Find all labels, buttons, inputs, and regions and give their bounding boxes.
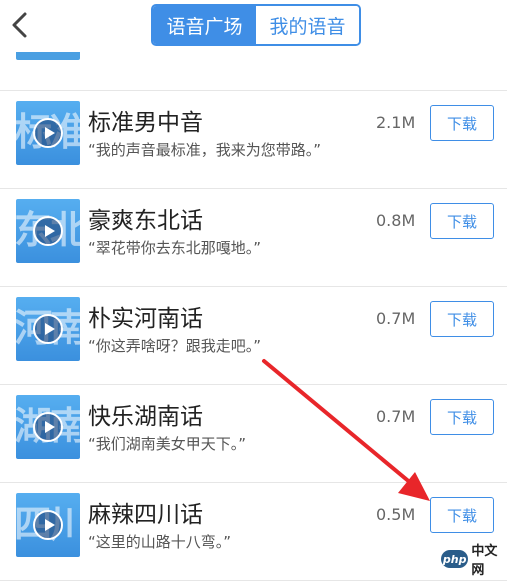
list-item-partial <box>0 30 507 91</box>
list-item[interactable]: 标准 标准男中音 “我的声音最标准，我来为您带路。” 2.1M 下载 <box>0 91 507 189</box>
play-icon[interactable] <box>32 509 64 541</box>
voice-title: 标准男中音 <box>88 110 203 136</box>
play-icon[interactable] <box>32 117 64 149</box>
voice-thumbnail: 四川 <box>16 493 80 557</box>
file-size: 0.7M <box>376 309 416 328</box>
download-button[interactable]: 下载 <box>430 301 494 337</box>
voice-title: 麻辣四川话 <box>88 502 203 528</box>
voice-thumbnail: 河南 <box>16 297 80 361</box>
voice-description: “你这弄啥呀？跟我走吧。” <box>88 337 262 355</box>
list-item[interactable]: 东北 豪爽东北话 “翠花带你去东北那嘎地。” 0.8M 下载 <box>0 189 507 287</box>
file-size: 0.7M <box>376 407 416 426</box>
top-bar: 语音广场 我的语音 <box>0 0 507 52</box>
list-item[interactable]: 湖南 快乐湖南话 “我们湖南美女甲天下。” 0.7M 下载 <box>0 385 507 483</box>
file-size: 0.8M <box>376 211 416 230</box>
voice-description: “翠花带你去东北那嘎地。” <box>88 239 262 257</box>
voice-list: 标准 标准男中音 “我的声音最标准，我来为您带路。” 2.1M 下载 东北 豪爽… <box>0 30 507 581</box>
voice-description: “这里的山路十八弯。” <box>88 533 232 551</box>
download-button[interactable]: 下载 <box>430 105 494 141</box>
download-button[interactable]: 下载 <box>430 399 494 435</box>
watermark: php 中文网 <box>441 544 507 578</box>
voice-thumbnail: 标准 <box>16 101 80 165</box>
segmented-control: 语音广场 我的语音 <box>151 4 361 46</box>
voice-thumbnail: 湖南 <box>16 395 80 459</box>
tab-my-voice[interactable]: 我的语音 <box>256 6 359 44</box>
voice-thumbnail: 东北 <box>16 199 80 263</box>
voice-description: “我的声音最标准，我来为您带路。” <box>88 141 322 159</box>
chevron-left-icon[interactable] <box>6 10 34 40</box>
voice-title: 豪爽东北话 <box>88 208 203 234</box>
list-item[interactable]: 河南 朴实河南话 “你这弄啥呀？跟我走吧。” 0.7M 下载 <box>0 287 507 385</box>
download-button[interactable]: 下载 <box>430 497 494 533</box>
play-icon[interactable] <box>32 313 64 345</box>
download-button[interactable]: 下载 <box>430 203 494 239</box>
voice-title: 朴实河南话 <box>88 306 203 332</box>
voice-title: 快乐湖南话 <box>88 404 203 430</box>
play-icon[interactable] <box>32 411 64 443</box>
list-item[interactable]: 四川 麻辣四川话 “这里的山路十八弯。” 0.5M 下载 <box>0 483 507 581</box>
play-icon[interactable] <box>32 215 64 247</box>
tab-voice-square[interactable]: 语音广场 <box>153 6 256 44</box>
watermark-logo: php <box>441 550 469 568</box>
watermark-site: 中文网 <box>471 544 498 578</box>
file-size: 0.5M <box>376 505 416 524</box>
voice-description: “我们湖南美女甲天下。” <box>88 435 247 453</box>
file-size: 2.1M <box>376 113 416 132</box>
